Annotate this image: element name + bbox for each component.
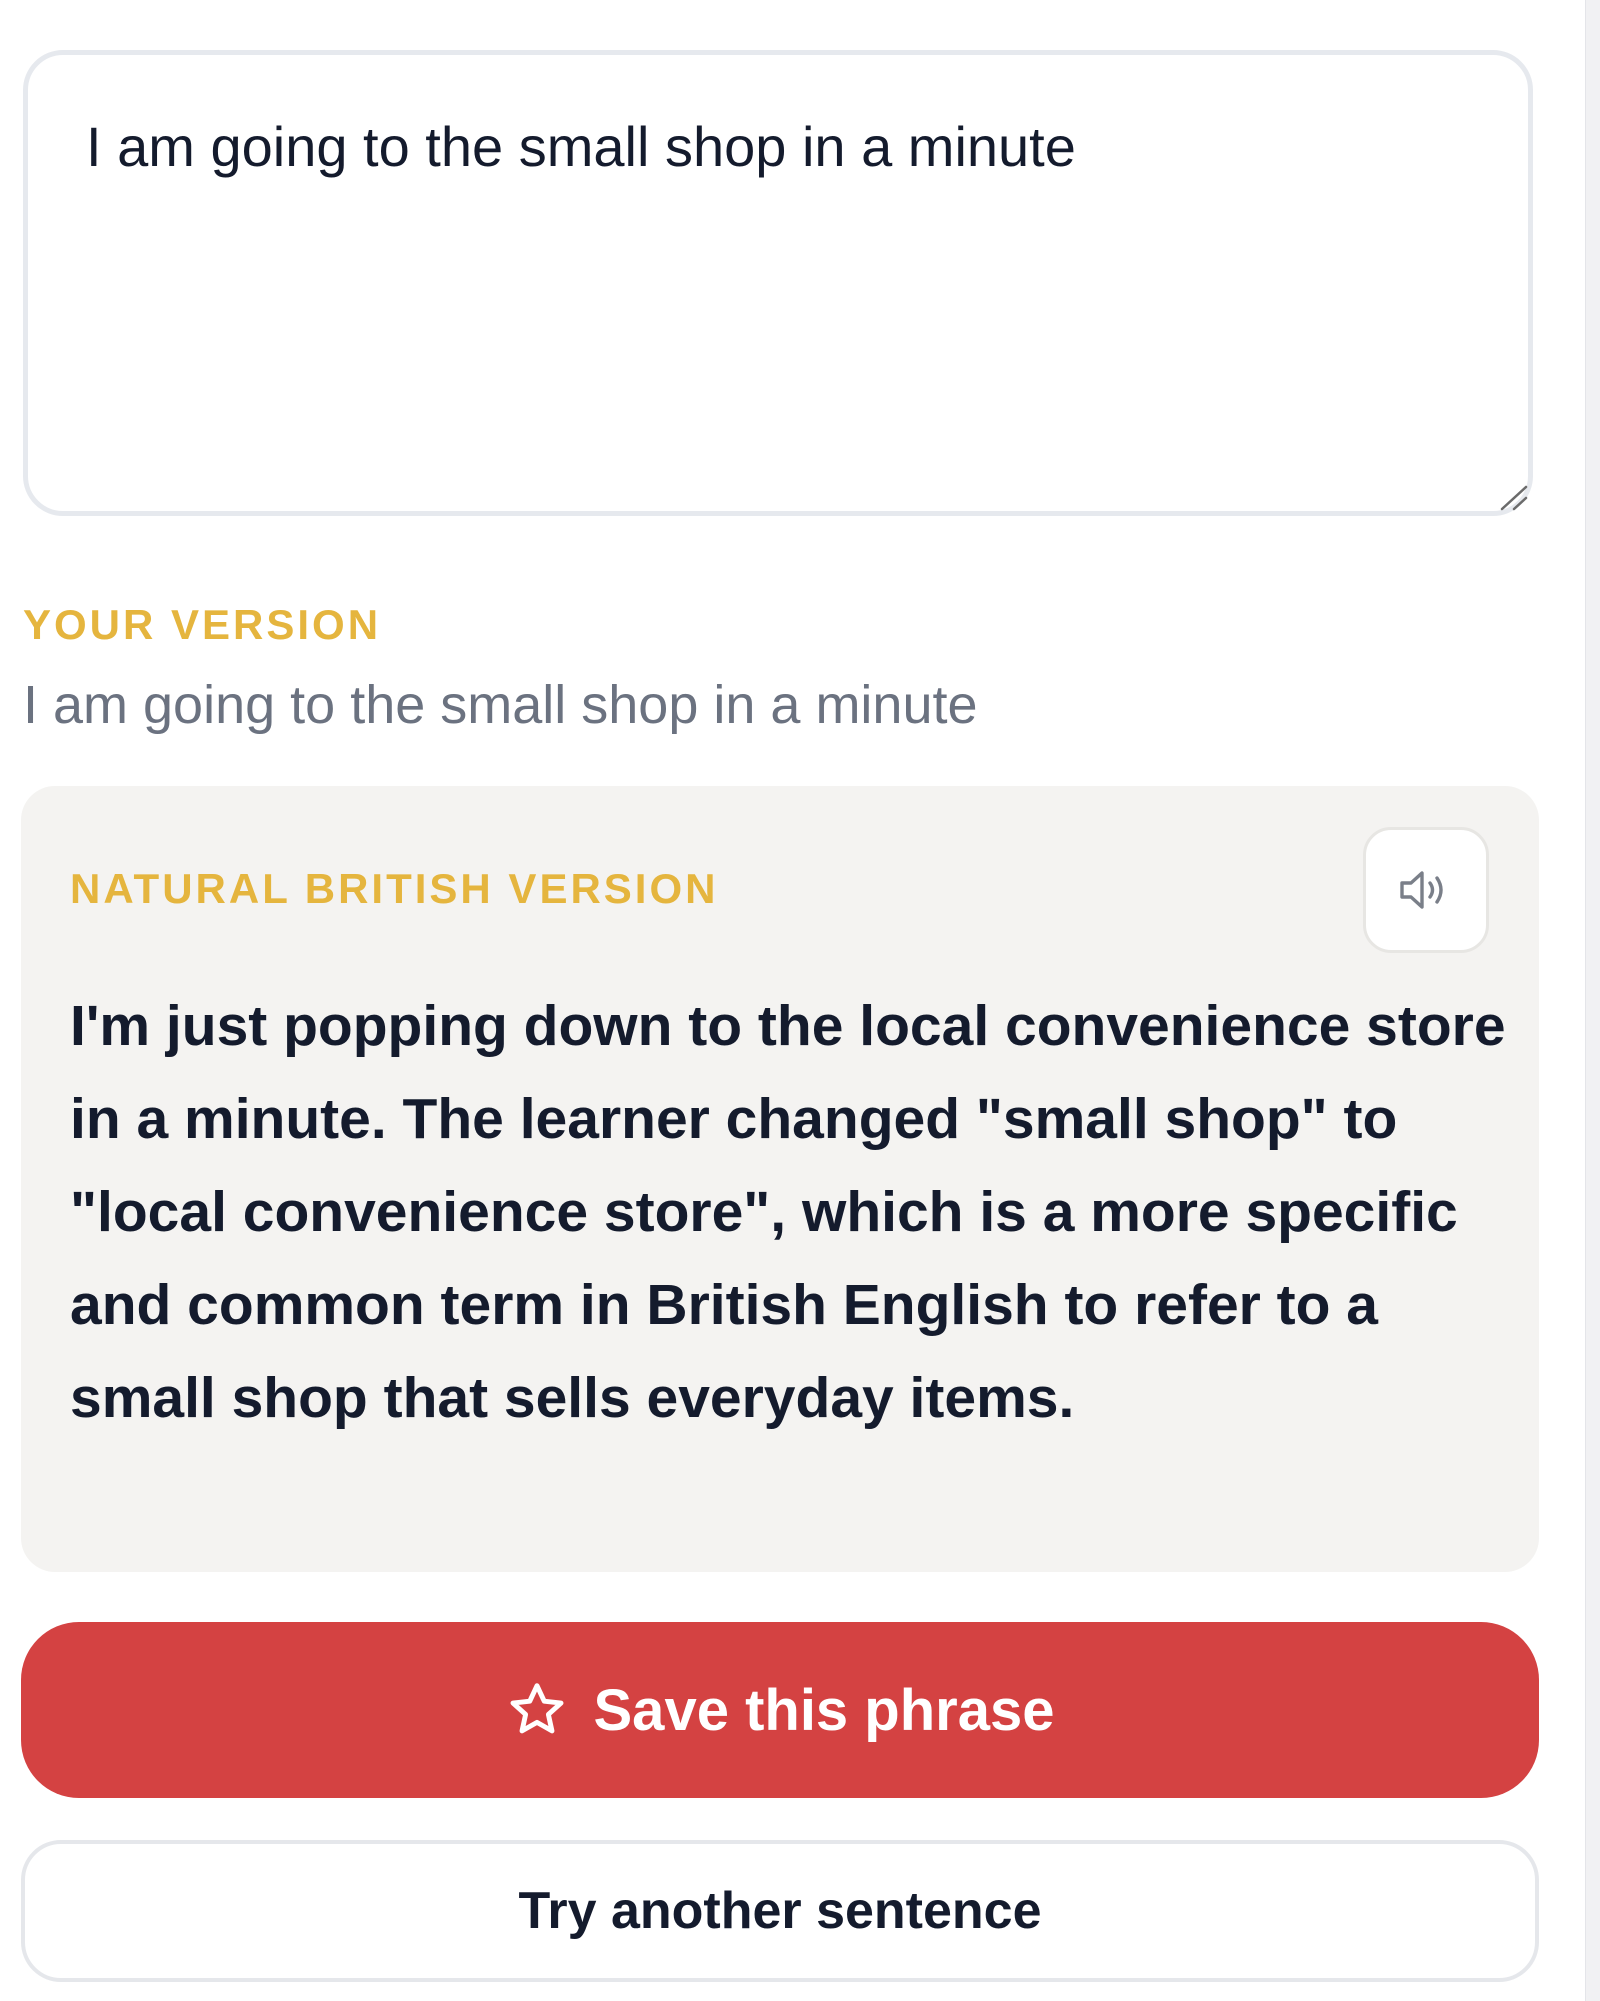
star-icon bbox=[510, 1683, 563, 1734]
play-audio-button[interactable] bbox=[1363, 827, 1489, 953]
natural-version-text: I'm just popping down to the local conve… bbox=[70, 994, 1506, 1430]
page-scrollbar-edge bbox=[1585, 0, 1600, 2001]
try-another-sentence-button[interactable]: Try another sentence bbox=[21, 1840, 1539, 1982]
your-version-text: I am going to the small shop in a minute bbox=[23, 675, 978, 735]
resize-grip-icon[interactable] bbox=[1498, 485, 1530, 511]
try-another-sentence-label: Try another sentence bbox=[518, 1882, 1042, 1940]
natural-version-label: NATURAL BRITISH VERSION bbox=[70, 865, 719, 912]
sentence-input-text[interactable]: I am going to the small shop in a minute bbox=[86, 112, 1076, 182]
speaker-icon bbox=[1400, 871, 1443, 909]
save-phrase-label: Save this phrase bbox=[593, 1677, 1055, 1743]
your-version-label: YOUR VERSION bbox=[23, 601, 382, 648]
save-phrase-button[interactable]: Save this phrase bbox=[21, 1622, 1539, 1798]
